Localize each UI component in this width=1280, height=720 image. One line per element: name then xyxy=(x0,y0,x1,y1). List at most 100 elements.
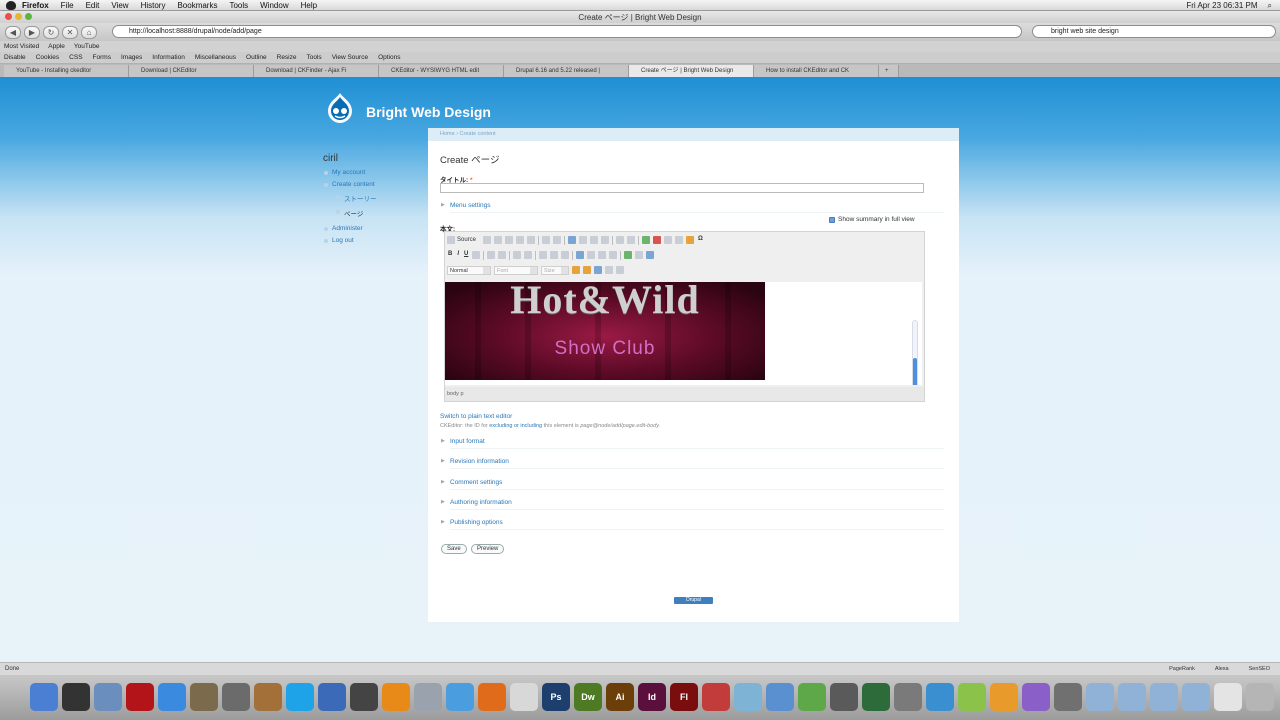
bookmark-item[interactable]: YouTube xyxy=(74,43,100,50)
pagerank-indicator[interactable]: PageRank xyxy=(1169,666,1195,672)
dreamweaver-icon[interactable]: Dw xyxy=(574,683,602,711)
app-jar-icon[interactable] xyxy=(734,683,762,711)
itunes-icon[interactable] xyxy=(158,683,186,711)
illustrator-icon[interactable]: Ai xyxy=(606,683,634,711)
devbar-item[interactable]: Information xyxy=(152,54,185,61)
excluding-including-link[interactable]: excluding or including xyxy=(489,423,542,429)
app-red-icon[interactable] xyxy=(126,683,154,711)
devbar-item[interactable]: Tools xyxy=(307,54,322,61)
tab[interactable]: How to install CKEditor and CK xyxy=(754,65,879,77)
justify-icon[interactable] xyxy=(609,251,618,259)
link-icon[interactable] xyxy=(624,251,633,259)
replace-icon[interactable] xyxy=(601,236,610,244)
devbar-item[interactable]: Options xyxy=(378,54,400,61)
menu-bookmarks[interactable]: Bookmarks xyxy=(177,1,217,10)
scayt-icon[interactable] xyxy=(553,236,562,244)
senseo-indicator[interactable]: SenSEO xyxy=(1249,666,1270,672)
show-blocks-icon[interactable] xyxy=(605,266,613,274)
cut-icon[interactable] xyxy=(483,236,492,244)
align-right-icon[interactable] xyxy=(598,251,607,259)
copy-icon[interactable] xyxy=(494,236,503,244)
sidebar-item-my-account[interactable]: My account xyxy=(323,169,377,176)
devbar-item[interactable]: View Source xyxy=(332,54,368,61)
format-select[interactable]: Normal xyxy=(447,265,491,275)
comment-settings-fieldset[interactable]: ▶ Comment settings xyxy=(441,479,502,486)
devbar-item[interactable]: Forms xyxy=(93,54,111,61)
undo-icon[interactable] xyxy=(568,236,577,244)
app-leaf2-icon[interactable] xyxy=(958,683,986,711)
menu-tools[interactable]: Tools xyxy=(229,1,248,10)
fieldset-label[interactable]: Authoring information xyxy=(450,499,512,506)
powered-by-drupal-badge[interactable]: Drupal xyxy=(674,597,713,604)
skype-icon[interactable] xyxy=(286,683,314,711)
dashboard-icon[interactable] xyxy=(62,683,90,711)
app-p-icon[interactable] xyxy=(990,683,1018,711)
clock[interactable]: Fri Apr 23 06:31 PM xyxy=(1186,1,1257,11)
stop-icon[interactable]: ✕ xyxy=(62,25,78,39)
pages-icon[interactable] xyxy=(510,683,538,711)
bookmark-item[interactable]: Apple xyxy=(48,43,65,50)
close-window-icon[interactable] xyxy=(5,13,12,20)
bulleted-list-icon[interactable] xyxy=(524,251,533,259)
app-tools-icon[interactable] xyxy=(1054,683,1082,711)
tab-active[interactable]: Create ページ | Bright Web Design xyxy=(629,65,754,77)
show-summary-toggle[interactable]: Show summary in full view xyxy=(829,216,915,223)
table-icon[interactable] xyxy=(664,236,673,244)
fieldset-label[interactable]: Revision information xyxy=(450,458,509,465)
minimize-window-icon[interactable] xyxy=(15,13,22,20)
source-button[interactable]: Source xyxy=(447,236,480,244)
folder-1-icon[interactable] xyxy=(1086,683,1114,711)
tab[interactable]: Drupal 6.16 and 5.22 released | xyxy=(504,65,629,77)
fieldset-label[interactable]: Input format xyxy=(450,438,485,445)
tab[interactable]: CKEditor - WYSIWYG HTML edit xyxy=(379,65,504,77)
authoring-information-fieldset[interactable]: ▶ Authoring information xyxy=(441,499,512,506)
bookmark-item[interactable]: Most Visited xyxy=(4,43,39,50)
hot-wild-banner-image[interactable]: Hot&Wild Show Club xyxy=(445,282,765,380)
forward-icon[interactable]: ▶ xyxy=(24,25,40,39)
xcode-icon[interactable] xyxy=(318,683,346,711)
menu-history[interactable]: History xyxy=(141,1,166,10)
reload-icon[interactable]: ↻ xyxy=(43,25,59,39)
bg-color-icon[interactable] xyxy=(583,266,591,274)
vlc-icon[interactable] xyxy=(382,683,410,711)
numbered-list-icon[interactable] xyxy=(513,251,522,259)
align-center-icon[interactable] xyxy=(587,251,596,259)
alexa-indicator[interactable]: Alexa xyxy=(1215,666,1229,672)
url-bar[interactable]: http://localhost:8888/drupal/node/add/pa… xyxy=(112,25,1022,38)
italic-icon[interactable]: I xyxy=(456,251,460,259)
new-tab-button[interactable]: + xyxy=(879,65,899,77)
publishing-options-fieldset[interactable]: ▶ Publishing options xyxy=(441,519,503,526)
sidebar-item-log-out[interactable]: Log out xyxy=(323,237,377,244)
sidebar-item-administer[interactable]: Administer xyxy=(323,225,377,232)
redo-icon[interactable] xyxy=(579,236,588,244)
app-w-icon[interactable] xyxy=(926,683,954,711)
sidebar-item-create-content[interactable]: Create content xyxy=(323,181,377,188)
special-char-icon[interactable]: Ω xyxy=(697,236,704,244)
tab[interactable]: YouTube - Installing ckeditor xyxy=(4,65,129,77)
flash-icon[interactable]: Fl xyxy=(670,683,698,711)
fieldset-label[interactable]: Comment settings xyxy=(450,479,502,486)
photoshop-icon[interactable]: Ps xyxy=(542,683,570,711)
zoom-window-icon[interactable] xyxy=(25,13,32,20)
paste-word-icon[interactable] xyxy=(527,236,536,244)
size-select[interactable]: Size xyxy=(541,265,569,275)
title-field[interactable] xyxy=(440,183,924,193)
outdent-icon[interactable] xyxy=(539,251,548,259)
safari-icon[interactable] xyxy=(446,683,474,711)
select-all-icon[interactable] xyxy=(616,236,625,244)
paste-icon[interactable] xyxy=(505,236,514,244)
maximize-icon[interactable] xyxy=(594,266,602,274)
input-format-fieldset[interactable]: ▶ Input format xyxy=(441,438,485,445)
unlink-icon[interactable] xyxy=(635,251,644,259)
anchor-icon[interactable] xyxy=(646,251,655,259)
site-name[interactable]: Bright Web Design xyxy=(366,104,491,120)
tab[interactable]: Download | CKEditor xyxy=(129,65,254,77)
editor-content-area[interactable]: Hot&Wild Show Club xyxy=(445,282,922,385)
documents-icon[interactable] xyxy=(1214,683,1242,711)
menu-window[interactable]: Window xyxy=(260,1,288,10)
find-icon[interactable] xyxy=(590,236,599,244)
preview-icon[interactable] xyxy=(94,683,122,711)
filmmaker-icon[interactable] xyxy=(350,683,378,711)
menu-app-name[interactable]: Firefox xyxy=(22,1,49,10)
system-prefs-icon[interactable] xyxy=(894,683,922,711)
